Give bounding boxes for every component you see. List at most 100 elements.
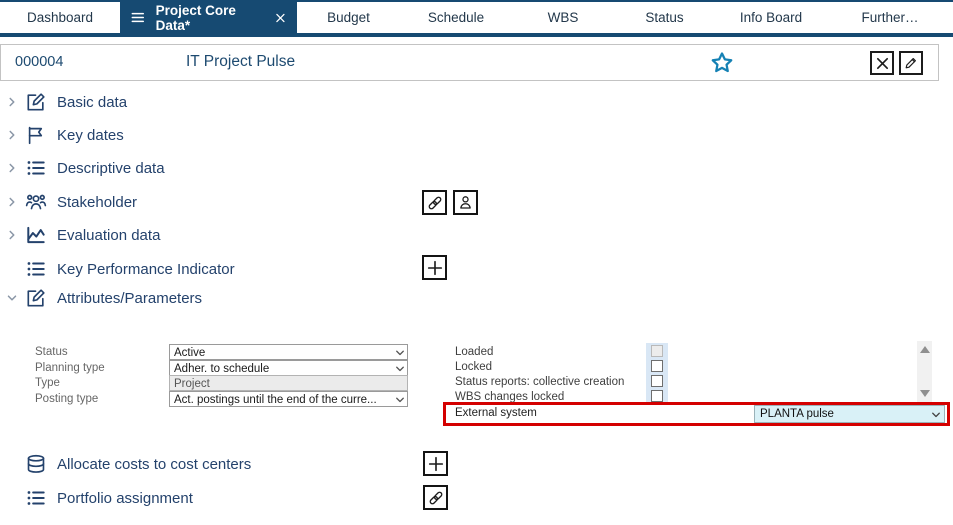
people-group-icon [25,191,47,213]
tab-label: Budget [327,10,370,25]
link-icon [426,194,444,212]
status-select[interactable]: Active [169,344,408,360]
type-value: Project [174,378,210,390]
type-label: Type [35,377,60,389]
tab-dashboard[interactable]: Dashboard [0,2,120,33]
edit-square-icon [25,287,47,309]
section-stakeholder[interactable]: Stakeholder [0,190,953,215]
favorite-star-icon[interactable] [710,51,734,75]
delete-button[interactable] [870,51,894,75]
tab-bar: Dashboard Project Core Data* Budget Sche… [0,0,953,37]
person-icon [457,194,474,211]
project-header: 000004 IT Project Pulse [0,44,939,81]
external-system-highlight: External system PLANTA pulse [443,402,950,426]
bulleted-list-icon [25,157,47,179]
add-kpi-button[interactable] [422,255,447,280]
tab-label: Status [645,10,684,25]
section-allocate-costs[interactable]: Allocate costs to cost centers [0,451,953,476]
chevron-down-icon [395,348,405,358]
section-label: Key Performance Indicator [57,260,235,278]
section-descriptive-data[interactable]: Descriptive data [0,156,953,180]
section-key-dates[interactable]: Key dates [0,123,953,147]
tab-schedule[interactable]: Schedule [400,2,512,33]
section-label: Allocate costs to cost centers [57,455,252,473]
plus-icon [427,455,445,473]
planning-type-select[interactable]: Adher. to schedule [169,359,408,376]
scroll-up-arrow-icon[interactable] [920,346,930,353]
section-basic-data[interactable]: Basic data [0,90,953,114]
section-evaluation-data[interactable]: Evaluation data [0,223,953,247]
tab-further[interactable]: Further… [827,2,953,33]
section-key-performance-indicator[interactable]: Key Performance Indicator [0,255,953,281]
link-portfolio-button[interactable] [423,485,448,510]
status-label: Status [35,346,68,358]
locked-label: Locked [455,361,493,373]
tab-info-board[interactable]: Info Board [715,2,827,33]
section-label: Stakeholder [57,193,138,211]
hamburger-menu-icon[interactable] [130,9,146,26]
section-label: Key dates [57,126,124,144]
chevron-down-icon [931,410,941,420]
planta-project-window: Dashboard Project Core Data* Budget Sche… [0,0,953,525]
project-id: 000004 [15,54,64,70]
bulleted-list-icon [25,258,47,280]
flag-icon [25,124,47,146]
tab-budget[interactable]: Budget [297,2,400,33]
chevron-right-icon[interactable] [5,161,19,175]
status-value: Active [174,347,206,359]
section-portfolio-assignment[interactable]: Portfolio assignment [0,485,953,510]
loaded-label: Loaded [455,346,494,358]
tab-label: Further… [861,10,919,25]
edit-button[interactable] [899,51,923,75]
section-label: Descriptive data [57,159,165,177]
chevron-down-icon[interactable] [5,291,19,305]
posting-type-select[interactable]: Act. postings until the end of the curre… [169,390,408,407]
close-tab-icon[interactable] [274,11,287,25]
external-system-select[interactable]: PLANTA pulse [754,405,945,423]
area-chart-icon [25,224,47,246]
external-system-label: External system [455,407,537,419]
chevron-down-icon [395,364,405,374]
bulleted-list-icon [25,487,47,509]
chevron-down-icon [395,395,405,405]
locked-checkbox[interactable] [651,360,663,372]
chevron-right-icon[interactable] [5,128,19,142]
project-title: IT Project Pulse [186,53,296,70]
link-icon [427,489,445,507]
posting-type-label: Posting type [35,392,99,405]
database-icon [25,453,47,475]
edit-square-icon [25,91,47,113]
tab-label: Project Core Data* [155,2,236,33]
tab-status[interactable]: Status [614,2,715,33]
type-readonly-field: Project [169,375,408,391]
section-label: Attributes/Parameters [57,289,203,307]
add-cost-center-button[interactable] [423,451,448,476]
wbs-changes-locked-checkbox[interactable] [651,390,663,402]
section-attributes-parameters[interactable]: Attributes/Parameters [0,286,953,310]
tab-label: Info Board [739,10,803,25]
posting-type-value: Act. postings until the end of the curre… [174,393,377,406]
status-reports-checkbox[interactable] [651,375,663,387]
section-label: Evaluation data [57,226,161,244]
tab-label: Dashboard [26,10,94,25]
tab-label: Schedule [427,10,485,25]
add-person-button[interactable] [453,190,478,215]
loaded-checkbox [651,345,663,357]
vertical-scrollbar[interactable] [917,341,932,402]
link-stakeholder-button[interactable] [422,190,447,215]
external-system-value: PLANTA pulse [760,408,834,420]
chevron-right-icon[interactable] [5,95,19,109]
section-label: Basic data [57,93,128,111]
chevron-right-icon[interactable] [5,228,19,242]
tab-wbs[interactable]: WBS [512,2,614,33]
planning-type-value: Adher. to schedule [174,362,270,375]
status-reports-label: Status reports: collective creation [455,376,625,388]
chevron-right-icon[interactable] [5,195,19,209]
tab-project-core-data[interactable]: Project Core Data* [120,2,297,33]
x-icon [874,55,891,72]
scroll-down-arrow-icon[interactable] [920,390,930,397]
pencil-icon [903,55,919,71]
section-label: Portfolio assignment [57,489,193,507]
plus-icon [426,259,444,277]
tab-label: WBS [547,10,579,25]
